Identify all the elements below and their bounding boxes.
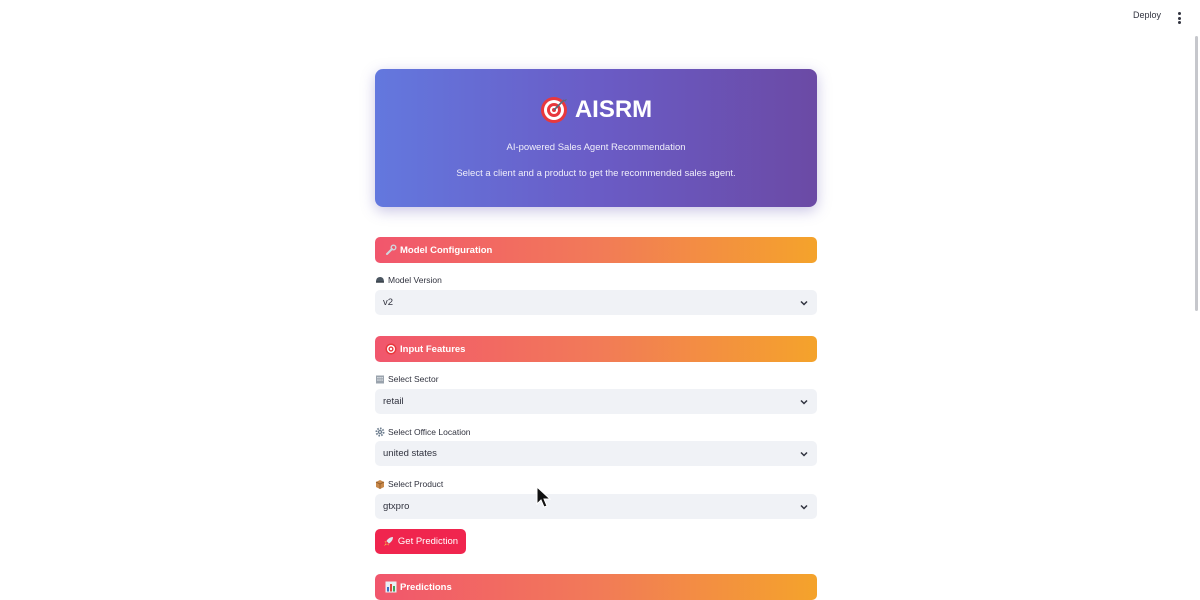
sector-select[interactable]: retail [375, 389, 817, 414]
hero-banner [375, 69, 817, 207]
mouse-cursor-icon [536, 486, 552, 508]
label-text: Select Sector [388, 374, 439, 384]
wrench-icon [386, 244, 397, 255]
sector-label: Select Sector [375, 374, 439, 384]
product-select[interactable]: gtxpro [375, 494, 817, 519]
button-label: Get Prediction [397, 536, 459, 547]
deploy-button[interactable]: Deploy [1133, 10, 1161, 20]
helmet-icon [376, 277, 384, 283]
chevron-down-icon [800, 399, 808, 405]
office-location-label: Select Office Location [375, 427, 471, 437]
app-description: Select a client and a product to get the… [456, 168, 736, 179]
get-prediction-button[interactable]: Get Prediction [375, 529, 466, 554]
selected-value: gtxpro [383, 501, 410, 512]
chevron-down-icon [800, 300, 808, 306]
selected-value: united states [383, 448, 437, 459]
label-text: Select Product [388, 479, 444, 489]
section-title: Model Configuration [400, 244, 493, 256]
section-title: Predictions [400, 581, 452, 593]
package-icon [375, 480, 385, 489]
section-model-configuration: Model Configuration [375, 237, 817, 263]
app-subtitle: AI-powered Sales Agent Recommendation [506, 142, 686, 153]
chevron-down-icon [800, 451, 808, 457]
model-version-select[interactable]: v2 [375, 290, 817, 315]
gear-icon [375, 427, 385, 437]
building-icon [376, 375, 384, 384]
app-title-text: AISRM [574, 96, 653, 123]
chevron-down-icon [800, 504, 808, 510]
bar-chart-icon [385, 581, 397, 593]
model-version-label: Model Version [375, 275, 442, 285]
scrollbar[interactable] [1195, 36, 1198, 311]
label-text: Select Office Location [388, 427, 471, 437]
section-predictions: Predictions [375, 574, 817, 600]
label-text: Model Version [388, 275, 442, 285]
section-title: Input Features [400, 343, 466, 355]
section-input-features: Input Features [375, 336, 817, 362]
more-options-icon[interactable] [1178, 12, 1182, 24]
rocket-icon [383, 537, 393, 546]
target-icon [385, 343, 397, 355]
selected-value: retail [383, 396, 404, 407]
top-bar: Deploy [0, 0, 1200, 34]
product-label: Select Product [375, 479, 443, 489]
target-icon [540, 97, 567, 123]
selected-value: v2 [383, 297, 394, 308]
app-title: AISRM [375, 96, 817, 124]
office-location-select[interactable]: united states [375, 441, 817, 466]
